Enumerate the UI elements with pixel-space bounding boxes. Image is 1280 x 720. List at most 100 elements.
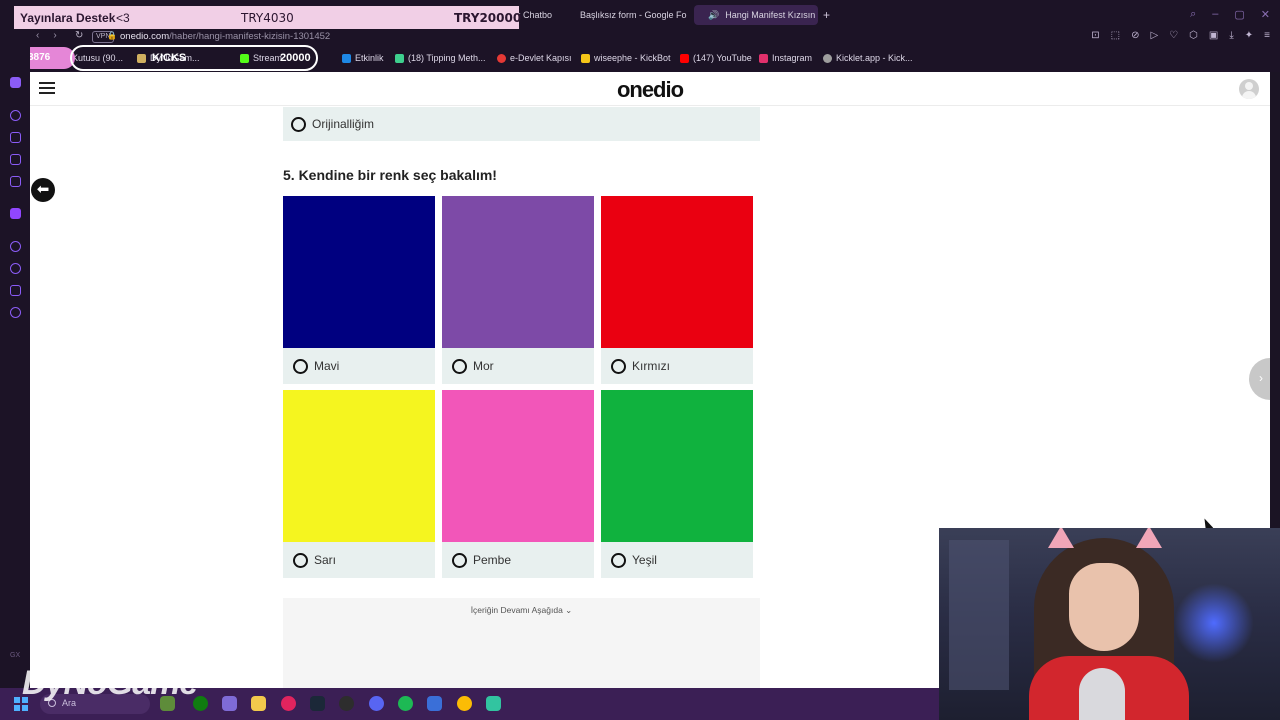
radio-button[interactable] — [293, 552, 308, 568]
history-icon[interactable] — [10, 110, 21, 121]
color-swatch[interactable] — [283, 390, 435, 542]
maximize-icon[interactable]: ▢ — [1234, 8, 1244, 21]
radio-button[interactable] — [293, 358, 308, 374]
bot-icon[interactable] — [10, 132, 21, 143]
color-swatch[interactable] — [601, 390, 753, 542]
reload-icon[interactable]: ↻ — [75, 30, 83, 41]
color-swatch[interactable] — [442, 196, 594, 348]
back-icon[interactable]: ‹ — [36, 30, 39, 41]
player-icon[interactable]: ▷ — [1150, 30, 1158, 41]
radio-button[interactable] — [611, 552, 626, 568]
donation-label: Yayınlara Destek — [20, 11, 116, 25]
minimize-icon[interactable]: – — [1212, 8, 1218, 21]
speaker-icon: 🔊 — [708, 9, 720, 20]
tab-label: Hangi Manifest Kızısın — [725, 10, 816, 20]
color-option-kirmizi[interactable]: Kırmızı — [601, 196, 753, 384]
stream-goal-value: 20000 — [280, 52, 311, 64]
ai-icon[interactable]: ✦ — [1245, 30, 1253, 41]
settings-icon[interactable] — [10, 307, 21, 318]
bookmark-item[interactable]: Kicklet.app - Kick... — [823, 53, 913, 63]
bookmark-label: (18) Tipping Meth... — [408, 53, 486, 63]
obs-icon[interactable] — [339, 696, 354, 711]
bookmark-label: e-Devlet Kapısı — [510, 53, 572, 63]
color-option-mavi[interactable]: Mavi — [283, 196, 435, 384]
quiz-option[interactable]: Orijinalliğim — [283, 107, 760, 141]
menu-icon[interactable]: ≡ — [1264, 30, 1270, 41]
color-swatch[interactable] — [601, 196, 753, 348]
extensions-sidebar-icon[interactable] — [10, 285, 21, 296]
bookmark-label: Etkinlik — [355, 53, 384, 63]
color-option-mor[interactable]: Mor — [442, 196, 594, 384]
adblock-icon[interactable]: ⊘ — [1131, 30, 1139, 41]
extensions-icon[interactable]: ⬡ — [1189, 30, 1198, 41]
chrome-icon[interactable] — [457, 696, 472, 711]
steam-icon[interactable] — [310, 696, 325, 711]
messenger-icon[interactable] — [10, 154, 21, 165]
cat-ear — [1048, 528, 1074, 548]
spotify-icon[interactable] — [398, 696, 413, 711]
question-title: 5. Kendine bir renk seç bakalım! — [283, 167, 497, 183]
option-label: Sarı — [314, 553, 337, 567]
download-icon[interactable]: ⤓ — [1229, 30, 1233, 41]
continue-label[interactable]: İçeriğin Devamı Aşağıda ⌄ — [283, 605, 760, 616]
user-avatar-icon[interactable] — [1239, 79, 1259, 99]
bookmark-item[interactable]: (18) Tipping Meth... — [395, 53, 486, 63]
discord-icon[interactable] — [369, 696, 384, 711]
browser-toolbar: ⊡ ⬚ ⊘ ▷ ♡ ⬡ ▣ ⤓ ✦ ≡ — [1091, 30, 1270, 41]
color-swatch[interactable] — [442, 390, 594, 542]
continue-below-box: İçeriğin Devamı Aşağıda ⌄ — [283, 598, 760, 688]
mail-icon[interactable] — [10, 176, 21, 187]
color-swatch[interactable] — [283, 196, 435, 348]
radio-button[interactable] — [611, 358, 626, 374]
bookmark-icon — [581, 53, 590, 63]
pin-icon[interactable]: ⊡ — [1091, 30, 1099, 41]
heart-icon[interactable]: ♡ — [1169, 30, 1178, 41]
bookmark-item[interactable]: (147) YouTube — [680, 53, 752, 63]
color-option-sari[interactable]: Sarı — [283, 390, 435, 578]
donation-current: TRY4030 — [241, 11, 294, 25]
color-option-yesil[interactable]: Yeşil — [601, 390, 753, 578]
clock-icon[interactable] — [10, 263, 21, 274]
url-domain: onedio.com — [120, 31, 170, 42]
back-arrow-button[interactable]: ⬅ — [31, 178, 55, 202]
bookmark-item[interactable]: Instagram — [759, 53, 812, 63]
close-icon[interactable]: ✕ — [1261, 8, 1270, 21]
microphone — [1079, 668, 1125, 720]
app-icon[interactable] — [427, 696, 442, 711]
opera-gx-icon[interactable] — [281, 696, 296, 711]
player-icon[interactable] — [10, 241, 21, 252]
gamer-hub-icon[interactable] — [10, 77, 21, 88]
bookmark-item[interactable]: e-Devlet Kapısı — [497, 53, 572, 63]
next-chevron-button[interactable]: › — [1249, 358, 1270, 400]
kicks-label: KICKS — [152, 52, 187, 64]
bookmark-icon — [823, 53, 832, 63]
bookmark-item[interactable]: wiseephe - KickBot — [581, 53, 671, 63]
new-tab-button[interactable]: + — [823, 8, 830, 22]
site-logo[interactable]: onedio — [30, 77, 1270, 103]
tab-onedio[interactable]: 🔊 Hangi Manifest Kızısın — [694, 5, 818, 25]
search-tabs-icon[interactable]: ⌕ — [1190, 8, 1196, 21]
navigation-buttons: ‹ › — [36, 30, 57, 41]
color-option-pembe[interactable]: Pembe — [442, 390, 594, 578]
forward-icon[interactable]: › — [53, 30, 56, 41]
window-controls: ⌕ – ▢ ✕ — [1190, 8, 1270, 21]
lock-icon: 🔒 — [107, 31, 117, 40]
radio-button[interactable] — [452, 552, 467, 568]
radio-button[interactable] — [452, 358, 467, 374]
url-path: /haber/hangi-manifest-kizisin-1301452 — [169, 31, 331, 42]
tab-google-form[interactable]: Başlıksız form - Google Fo — [566, 5, 688, 25]
chat-app-icon[interactable] — [486, 696, 501, 711]
copilot-icon[interactable] — [222, 696, 237, 711]
bookmark-item[interactable]: Etkinlik — [342, 53, 384, 63]
address-bar: ‹ › VPN ↻ 🔒 onedio.com/haber/hangi-manif… — [30, 29, 1280, 45]
url-field[interactable]: 🔒 onedio.com/haber/hangi-manifest-kizisi… — [107, 31, 331, 42]
bookmark-icon — [395, 53, 404, 63]
file-explorer-icon[interactable] — [251, 696, 266, 711]
wallet-icon[interactable]: ▣ — [1209, 30, 1218, 41]
twitch-icon[interactable] — [10, 208, 21, 219]
donation-goal: TRY20000 — [454, 11, 522, 25]
radio-button[interactable] — [291, 116, 306, 132]
edevlet-icon — [497, 53, 506, 63]
snapshot-icon[interactable]: ⬚ — [1111, 30, 1120, 41]
bookmark-label: Instagram — [772, 53, 813, 63]
